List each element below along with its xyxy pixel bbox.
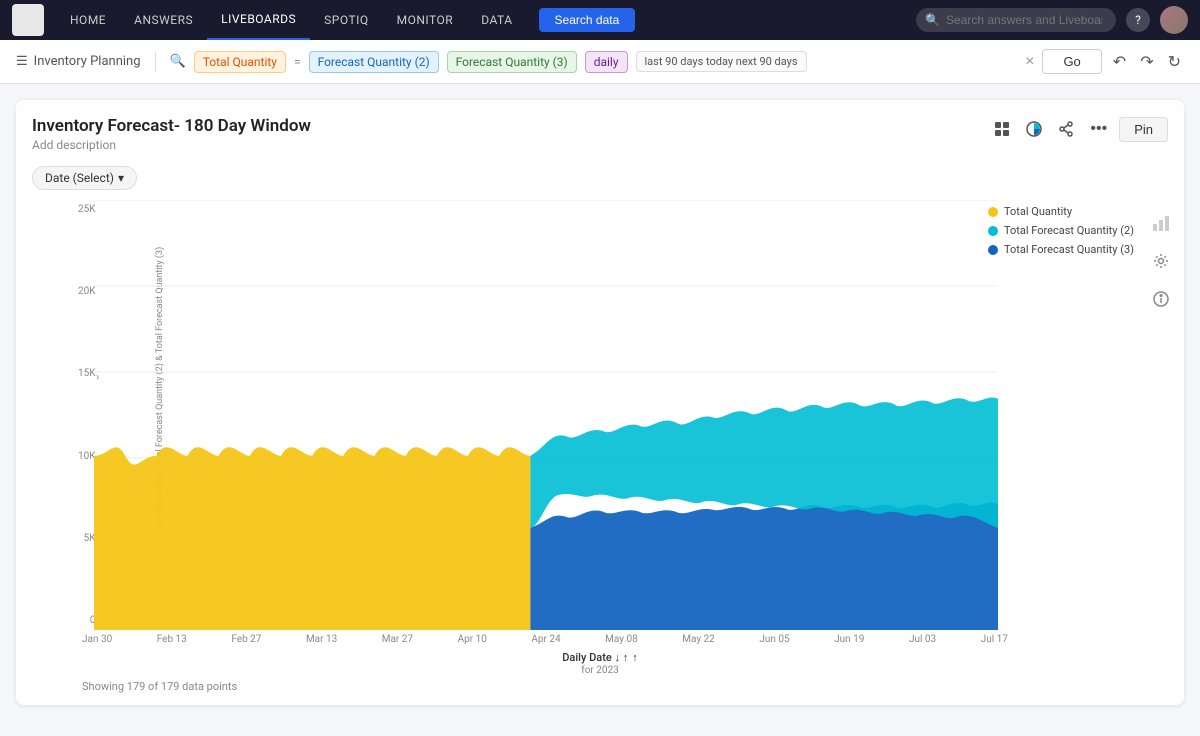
x-label-mar13: Mar 13 <box>306 634 337 645</box>
tag-daterange[interactable]: last 90 days today next 90 days <box>636 51 807 72</box>
chart-type-sidebar-button[interactable] <box>1146 208 1176 238</box>
nav-spotiq[interactable]: SPOTIQ <box>310 0 382 40</box>
sort-icon: ↑ <box>632 651 638 664</box>
tag-daily[interactable]: daily <box>585 51 628 73</box>
nav-search-input[interactable] <box>916 8 1116 32</box>
pin-button[interactable]: Pin <box>1119 117 1168 142</box>
showing-label: Showing 179 of 179 data points <box>82 680 1168 693</box>
chart-footer: Daily Date ↓ ↑ ↑ for 2023 <box>32 651 1168 676</box>
info-sidebar-button[interactable] <box>1146 284 1176 314</box>
top-navigation: HOME ANSWERS LIVEBOARDS SPOTIQ MONITOR D… <box>0 0 1200 40</box>
equals-sign: = <box>294 55 301 69</box>
nav-search-icon: 🔍 <box>925 13 940 27</box>
x-label-may08: May 08 <box>605 634 638 645</box>
nav-monitor[interactable]: MONITOR <box>383 0 468 40</box>
clear-button[interactable]: × <box>1025 53 1034 71</box>
x-axis-labels: Jan 30 Feb 13 Feb 27 Mar 13 Mar 27 Apr 1… <box>82 634 1008 645</box>
x-label-jun19: Jun 19 <box>834 634 864 645</box>
search-data-button[interactable]: Search data <box>539 8 636 32</box>
undo-button[interactable]: ↶ <box>1110 49 1129 75</box>
daily-date-text: Daily Date ↓ ↑ <box>562 651 628 664</box>
search-bar: ☰ Inventory Planning 🔍 Total Quantity = … <box>0 40 1200 84</box>
daily-date-label[interactable]: Daily Date ↓ ↑ ↑ <box>32 651 1168 664</box>
y-tick-20k: 20K <box>78 286 96 297</box>
go-button[interactable]: Go <box>1042 49 1101 74</box>
x-label-feb13: Feb 13 <box>157 634 187 645</box>
settings-sidebar-button[interactable] <box>1146 246 1176 276</box>
chevron-down-icon: ▾ <box>118 171 124 185</box>
x-label-jul03: Jul 03 <box>909 634 936 645</box>
x-label-may22: May 22 <box>682 634 715 645</box>
chart-svg-container: › <box>94 200 998 630</box>
app-logo[interactable] <box>12 4 44 36</box>
y-tick-10k: 10K <box>78 451 96 462</box>
y-tick-15k: 15K <box>78 368 96 379</box>
tag-quantity[interactable]: Total Quantity <box>194 51 286 73</box>
x-label-mar27: Mar 27 <box>382 634 413 645</box>
chart-add-description[interactable]: Add description <box>32 138 311 152</box>
chart-toolbar: ••• Pin <box>990 116 1168 142</box>
nav-liveboards[interactable]: LIVEBOARDS <box>207 0 310 40</box>
user-avatar[interactable] <box>1160 6 1188 34</box>
chart-area: Total Quantity & Total Forecast Quantity… <box>32 200 1168 630</box>
more-options-button[interactable]: ••• <box>1086 116 1111 142</box>
x-label-apr10: Apr 10 <box>458 634 487 645</box>
breadcrumb[interactable]: ☰ Inventory Planning <box>16 54 141 69</box>
share-button[interactable] <box>1054 117 1078 141</box>
table-view-button[interactable] <box>990 117 1014 141</box>
date-select-label: Date (Select) <box>45 171 114 185</box>
chart-header: Inventory Forecast- 180 Day Window Add d… <box>32 116 1168 152</box>
search-icon: 🔍 <box>170 54 186 69</box>
search-bar-right: × Go ↶ ↷ ↻ <box>1025 49 1184 75</box>
nav-search-wrap: 🔍 <box>916 8 1116 32</box>
menu-icon: ☰ <box>16 54 28 69</box>
redo-button[interactable]: ↷ <box>1137 49 1156 75</box>
chart-sidebar-icons <box>1138 200 1184 322</box>
nav-right: 🔍 ? <box>916 6 1188 34</box>
date-select-button[interactable]: Date (Select) ▾ <box>32 166 137 190</box>
svg-text:›: › <box>96 370 99 383</box>
nav-answers[interactable]: ANSWERS <box>120 0 207 40</box>
nav-home[interactable]: HOME <box>56 0 120 40</box>
daily-date-sub: for 2023 <box>32 665 1168 676</box>
refresh-button[interactable]: ↻ <box>1165 49 1184 75</box>
tag-forecast3[interactable]: Forecast Quantity (3) <box>447 51 577 73</box>
search-divider <box>155 52 156 72</box>
chart-title: Inventory Forecast- 180 Day Window <box>32 116 311 136</box>
nav-links: HOME ANSWERS LIVEBOARDS SPOTIQ MONITOR D… <box>56 0 527 40</box>
chart-title-section: Inventory Forecast- 180 Day Window Add d… <box>32 116 311 152</box>
x-label-apr24: Apr 24 <box>531 634 560 645</box>
tag-forecast2[interactable]: Forecast Quantity (2) <box>309 51 439 73</box>
x-label-jan30: Jan 30 <box>82 634 112 645</box>
x-label-feb27: Feb 27 <box>231 634 261 645</box>
y-tick-25k: 25K <box>78 204 96 215</box>
x-label-jun05: Jun 05 <box>759 634 789 645</box>
x-label-jul17: Jul 17 <box>981 634 1008 645</box>
chart-type-button[interactable] <box>1022 117 1046 141</box>
nav-data[interactable]: DATA <box>467 0 526 40</box>
y-axis-ticks: 25K 20K 15K 10K 5K 0 <box>78 200 96 630</box>
help-button[interactable]: ? <box>1126 8 1150 32</box>
chart-svg: › <box>94 200 998 630</box>
breadcrumb-label: Inventory Planning <box>34 54 141 69</box>
chart-card: Inventory Forecast- 180 Day Window Add d… <box>16 100 1184 705</box>
